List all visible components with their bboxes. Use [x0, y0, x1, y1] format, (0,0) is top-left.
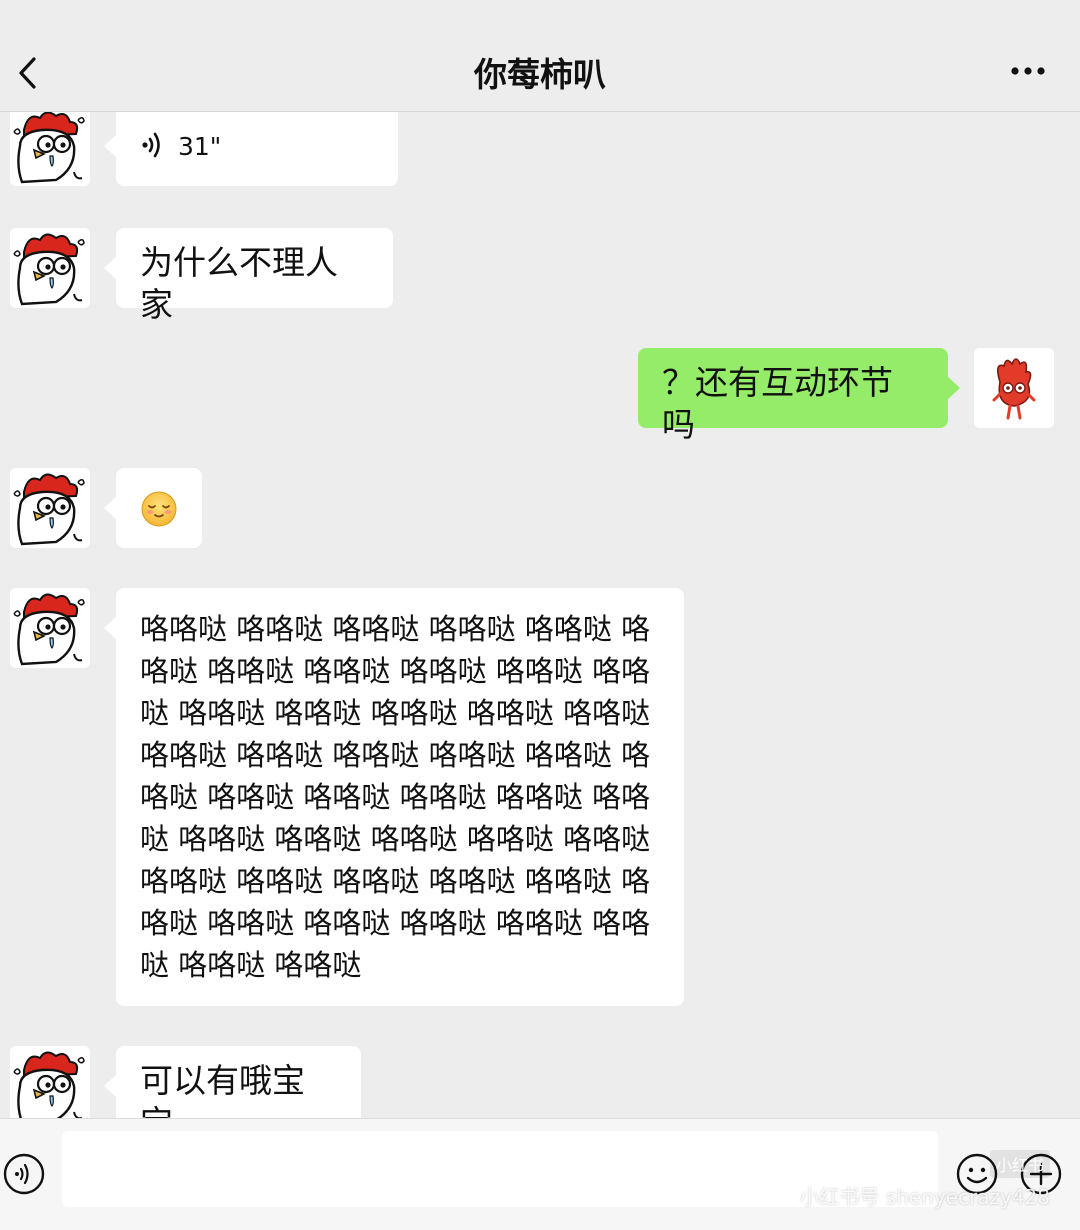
message-text: 咯咯哒 咯咯哒 咯咯哒 咯咯哒 咯咯哒 咯咯哒 咯咯哒 咯咯哒 咯咯哒 咯咯哒 …: [140, 612, 651, 982]
watermark-text: 小红书号 shenyecrazy428: [799, 1185, 1050, 1209]
voice-message-bubble[interactable]: 31": [104, 112, 398, 186]
my-avatar[interactable]: [974, 348, 1054, 428]
voice-icon: [3, 1153, 45, 1195]
chicken-avatar-icon: [10, 1046, 90, 1118]
message-bubble[interactable]: 可以有哦宝宝: [104, 1046, 361, 1118]
contact-avatar-chicken[interactable]: [10, 1046, 90, 1118]
input-bar: 小红书 小红书号 shenyecrazy428: [0, 1118, 1080, 1230]
message-bubble[interactable]: 咯咯哒 咯咯哒 咯咯哒 咯咯哒 咯咯哒 咯咯哒 咯咯哒 咯咯哒 咯咯哒 咯咯哒 …: [104, 588, 684, 1006]
emoji-message-bubble[interactable]: [104, 468, 202, 548]
message-text: ？还有互动环节吗: [662, 363, 893, 444]
chicken-avatar-icon: [10, 588, 90, 668]
message-list: 31" 为什么不理人家 ？还有互动环节吗 咯咯哒 咯咯哒 咯咯哒 咯咯哒 咯咯哒…: [0, 112, 1080, 1118]
watermark-logo: 小红书: [989, 1150, 1050, 1178]
contact-avatar-chicken[interactable]: [10, 588, 90, 668]
more-dots-icon: [1011, 67, 1045, 75]
contact-avatar-chicken[interactable]: [10, 468, 90, 548]
contact-avatar-chicken[interactable]: [10, 112, 90, 186]
voice-input-button[interactable]: [3, 1153, 45, 1195]
contact-avatar-chicken[interactable]: [10, 228, 90, 308]
more-options-button[interactable]: [1010, 58, 1046, 84]
my-message-bubble[interactable]: ？还有互动环节吗: [638, 348, 960, 444]
red-flame-creature-icon: [974, 348, 1054, 428]
chicken-avatar-icon: [10, 112, 90, 186]
message-text: 可以有哦宝宝: [140, 1061, 305, 1118]
message-bubble[interactable]: 为什么不理人家: [104, 228, 393, 324]
voice-wave-icon: [142, 132, 160, 158]
voice-duration: 31": [178, 132, 222, 161]
blush-emoji-icon: [141, 491, 177, 527]
chicken-avatar-icon: [10, 228, 90, 308]
chat-header: 你莓柿叭: [0, 0, 1080, 112]
message-text: 为什么不理人家: [140, 243, 338, 324]
chicken-avatar-icon: [10, 468, 90, 548]
chat-title: 你莓柿叭: [474, 55, 606, 94]
